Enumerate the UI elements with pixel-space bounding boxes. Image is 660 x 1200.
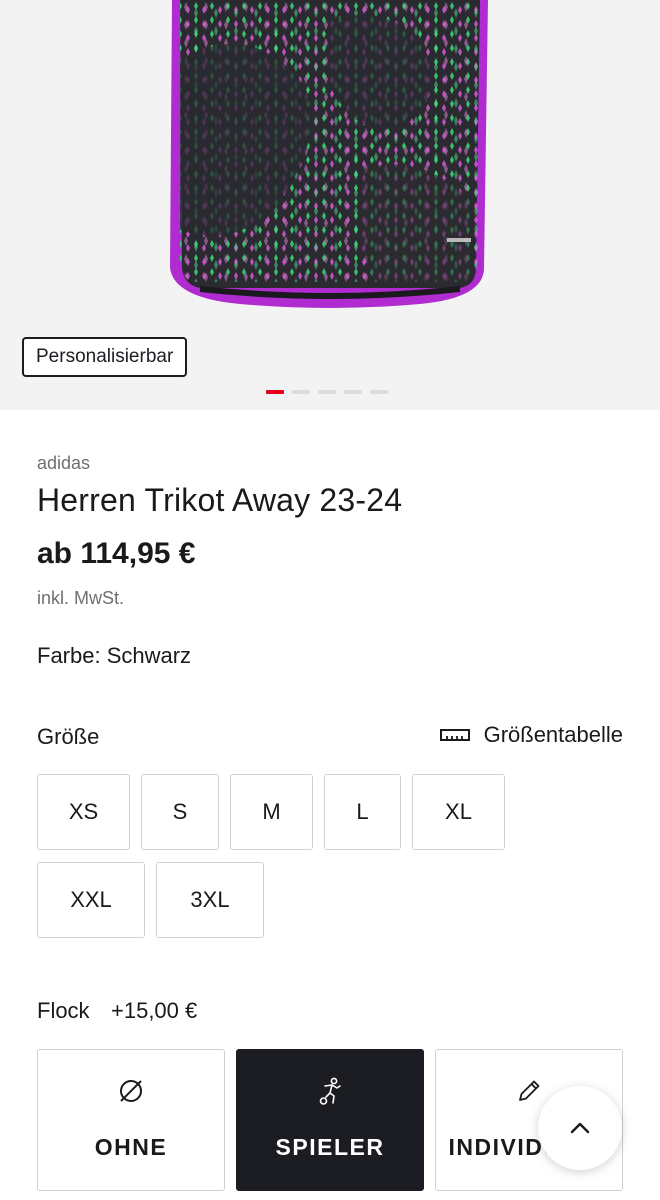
gallery-dot[interactable] (318, 390, 336, 394)
chevron-up-icon (570, 1122, 590, 1134)
gallery-dot[interactable] (344, 390, 362, 394)
gallery-dot[interactable] (266, 390, 284, 394)
size-option-l[interactable]: L (324, 774, 401, 850)
size-option-3xl[interactable]: 3XL (156, 862, 264, 938)
size-option-m[interactable]: M (230, 774, 313, 850)
pencil-icon (519, 1080, 540, 1101)
gallery-pagination[interactable] (266, 390, 388, 394)
flock-price: +15,00 € (111, 998, 198, 1023)
product-price: ab 114,95 € (37, 537, 196, 570)
ruler-icon (439, 729, 470, 741)
size-chart-link[interactable]: Größentabelle (439, 722, 623, 748)
size-option-xl[interactable]: XL (412, 774, 505, 850)
product-image-gallery[interactable]: Personalisierbar (0, 0, 660, 410)
size-option-xxl[interactable]: XXL (37, 862, 145, 938)
flock-option-spieler[interactable]: SPIELER (236, 1049, 424, 1191)
size-label: Größe (37, 724, 100, 749)
scroll-to-top-button[interactable] (538, 1086, 622, 1170)
size-option-s[interactable]: S (141, 774, 219, 850)
flock-option-ohne[interactable]: OHNE (37, 1049, 225, 1191)
size-option-xs[interactable]: XS (37, 774, 130, 850)
flock-option-label: SPIELER (275, 1134, 385, 1160)
empty-set-icon (120, 1080, 142, 1102)
gallery-dot[interactable] (292, 390, 310, 394)
personalizable-badge: Personalisierbar (22, 337, 188, 377)
flock-label: Flock (37, 998, 90, 1023)
size-chart-label: Größentabelle (483, 722, 623, 747)
product-title: Herren Trikot Away 23-24 (37, 482, 403, 518)
color-selection: Farbe: Schwarz (37, 643, 192, 668)
brand-name: adidas (37, 453, 91, 473)
gallery-dot[interactable] (370, 390, 388, 394)
player-icon (319, 1077, 341, 1105)
tax-note: inkl. MwSt. (37, 588, 125, 608)
flock-option-label: OHNE (94, 1134, 168, 1160)
